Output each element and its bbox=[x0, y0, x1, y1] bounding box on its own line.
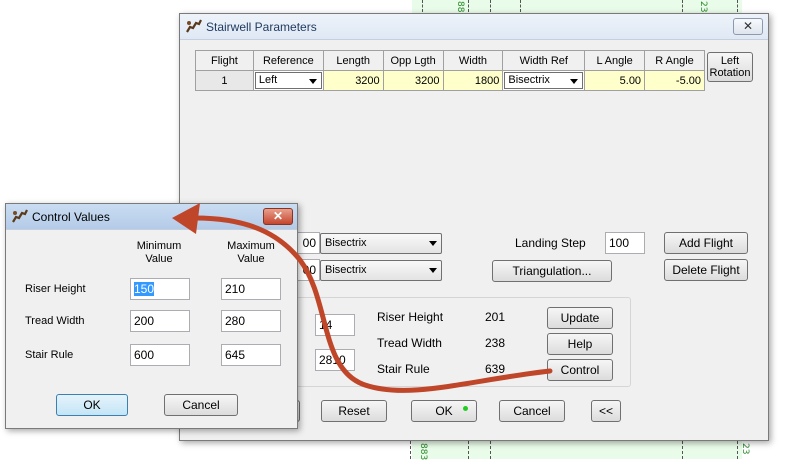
tread-width-label: Tread Width bbox=[377, 336, 442, 350]
cad-line bbox=[682, 441, 683, 459]
table-header-row: Flight Reference Length Opp Lgth Width W… bbox=[195, 50, 705, 71]
width-ref-select[interactable]: Bisectrix bbox=[504, 72, 584, 89]
chevron-down-icon bbox=[429, 241, 437, 246]
cad-line bbox=[490, 0, 491, 12]
width-ref-cell[interactable]: Bisectrix bbox=[502, 70, 586, 91]
stair-rule-value: 639 bbox=[485, 362, 506, 376]
ok-button[interactable]: OK bbox=[411, 400, 477, 422]
reference-select[interactable]: Left bbox=[254, 72, 322, 89]
riser-height-label: Riser Height bbox=[25, 283, 86, 295]
cad-label: 883 bbox=[418, 443, 428, 460]
chevron-down-icon bbox=[429, 268, 437, 273]
landing-step-label: Landing Step bbox=[515, 236, 586, 250]
r-angle-cell[interactable]: -5.00 bbox=[644, 70, 705, 91]
flight-cell[interactable]: 1 bbox=[195, 70, 254, 91]
riser-height-min-field[interactable]: 150 bbox=[130, 278, 190, 300]
reference-value: Left bbox=[258, 74, 278, 86]
stair-rule-min-field[interactable]: 600 bbox=[130, 344, 190, 366]
control-values-window: Control Values ✕ Minimum Value Maximum V… bbox=[5, 203, 298, 429]
cad-line bbox=[737, 0, 738, 12]
row2-width-ref-select[interactable]: Bisectrix bbox=[320, 260, 442, 281]
table-row[interactable]: 1 Left 3200 3200 1800 Bisectrix 5.00 -5.… bbox=[195, 70, 705, 91]
steps-field[interactable]: 14 bbox=[315, 314, 355, 336]
tread-width-label: Tread Width bbox=[25, 315, 85, 327]
length-cell[interactable]: 3200 bbox=[322, 70, 384, 91]
width-ref-value: Bisectrix bbox=[508, 74, 550, 86]
cad-line bbox=[682, 0, 683, 12]
help-button[interactable]: Help bbox=[547, 333, 613, 355]
minimum-value-header: Minimum Value bbox=[136, 240, 182, 265]
delete-flight-button[interactable]: Delete Flight bbox=[664, 259, 748, 281]
column-header: Flight bbox=[195, 50, 254, 71]
riser-height-label: Riser Height bbox=[377, 310, 444, 324]
column-header: L Angle bbox=[584, 50, 646, 71]
cancel-button[interactable]: Cancel bbox=[164, 394, 238, 416]
cad-label: 23 bbox=[698, 1, 708, 13]
reset-button[interactable]: Reset bbox=[321, 400, 387, 422]
riser-height-min-value: 150 bbox=[134, 282, 155, 296]
ok-button[interactable]: OK bbox=[56, 394, 128, 416]
cancel-button[interactable]: Cancel bbox=[499, 400, 565, 422]
riser-height-max-field[interactable]: 210 bbox=[221, 278, 281, 300]
ok-label: OK bbox=[435, 404, 453, 418]
cad-line bbox=[520, 0, 521, 12]
title-bar[interactable]: Stairwell Parameters ✕ bbox=[180, 14, 768, 40]
status-dot-icon bbox=[463, 406, 468, 411]
chevron-down-icon bbox=[570, 79, 579, 84]
close-icon: ✕ bbox=[272, 209, 284, 223]
cad-line bbox=[737, 441, 738, 459]
triangulation-button[interactable]: Triangulation... bbox=[492, 260, 612, 282]
stair-rule-max-field[interactable]: 645 bbox=[221, 344, 281, 366]
cad-line bbox=[490, 441, 491, 459]
cad-line bbox=[468, 441, 469, 459]
window-title: Stairwell Parameters bbox=[206, 20, 317, 34]
close-icon: ✕ bbox=[742, 19, 754, 33]
flights-table: Flight Reference Length Opp Lgth Width W… bbox=[195, 50, 705, 91]
width-cell[interactable]: 1800 bbox=[442, 70, 504, 91]
total-height-field[interactable]: 2810 bbox=[315, 349, 355, 371]
column-header: R Angle bbox=[644, 50, 705, 71]
column-header: Opp Lgth bbox=[382, 50, 444, 71]
stair-app-icon bbox=[186, 19, 202, 33]
collapse-button[interactable]: << bbox=[591, 400, 621, 422]
stair-rule-label: Stair Rule bbox=[377, 362, 430, 376]
landing-step-field[interactable]: 100 bbox=[605, 232, 645, 254]
row1-width-ref-select[interactable]: Bisectrix bbox=[320, 233, 442, 254]
cad-line bbox=[410, 441, 411, 459]
left-rotation-button[interactable]: Left Rotation bbox=[707, 52, 753, 82]
close-button[interactable]: ✕ bbox=[733, 18, 763, 35]
cad-line bbox=[422, 0, 423, 12]
chevron-down-icon bbox=[308, 79, 317, 84]
tread-width-value: 238 bbox=[485, 336, 506, 350]
column-header: Width bbox=[442, 50, 504, 71]
l-angle-cell[interactable]: 5.00 bbox=[584, 70, 646, 91]
tread-width-max-field[interactable]: 280 bbox=[221, 310, 281, 332]
add-flight-button[interactable]: Add Flight bbox=[664, 232, 748, 254]
riser-height-value: 201 bbox=[485, 310, 506, 324]
control-button[interactable]: Control bbox=[547, 359, 613, 381]
column-header: Width Ref bbox=[502, 50, 586, 71]
title-bar[interactable]: Control Values ✕ bbox=[6, 204, 297, 230]
close-button[interactable]: ✕ bbox=[263, 208, 293, 225]
cad-line bbox=[468, 0, 469, 12]
tread-width-min-field[interactable]: 200 bbox=[130, 310, 190, 332]
row1-select-value: Bisectrix bbox=[325, 237, 367, 249]
opp-length-cell[interactable]: 3200 bbox=[382, 70, 444, 91]
column-header: Reference bbox=[252, 50, 324, 71]
reference-cell[interactable]: Left bbox=[252, 70, 324, 91]
update-button[interactable]: Update bbox=[547, 307, 613, 329]
row2-select-value: Bisectrix bbox=[325, 264, 367, 276]
stair-rule-label: Stair Rule bbox=[25, 349, 74, 361]
window-title: Control Values bbox=[32, 210, 110, 224]
cad-label: 23 bbox=[740, 443, 750, 455]
maximum-value-header: Maximum Value bbox=[227, 240, 275, 265]
column-header: Length bbox=[322, 50, 384, 71]
stair-app-icon bbox=[12, 209, 28, 223]
